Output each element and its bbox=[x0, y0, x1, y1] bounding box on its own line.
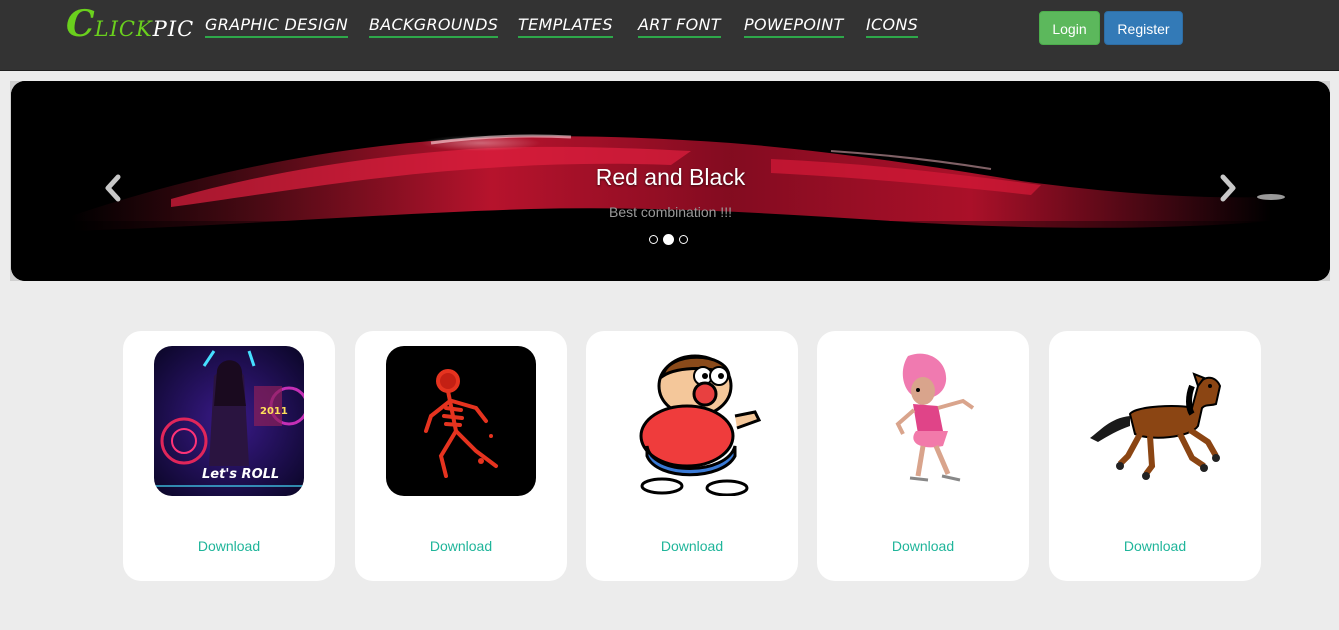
image-card: Download bbox=[355, 331, 567, 581]
nav-item-powepoint[interactable]: POWEPOINT bbox=[744, 14, 844, 38]
brand-logo-pic: PIC bbox=[152, 17, 195, 41]
chevron-right-icon[interactable] bbox=[1218, 173, 1238, 203]
brand-logo-lick: LICK bbox=[94, 17, 153, 41]
brown-cartoon-horse-image bbox=[1080, 346, 1230, 496]
nav-item-graphic-design[interactable]: GRAPHIC DESIGN bbox=[205, 14, 348, 38]
card-thumbnail-lets-roll[interactable]: 2011 Let's ROLL bbox=[154, 346, 304, 496]
download-link[interactable]: Download bbox=[817, 537, 1029, 555]
lets-roll-poster-image: 2011 Let's ROLL bbox=[154, 346, 304, 496]
red-skeleton-dancer-image bbox=[386, 346, 536, 496]
image-card: Download bbox=[586, 331, 798, 581]
top-navbar: C LICK PIC GRAPHIC DESIGN BACKGROUNDS TE… bbox=[0, 0, 1339, 71]
nav-item-art-font[interactable]: ART FONT bbox=[638, 14, 721, 38]
image-card: Download bbox=[1049, 331, 1261, 581]
nav-item-templates[interactable]: TEMPLATES bbox=[518, 14, 613, 38]
brand-logo-c: C bbox=[66, 3, 95, 45]
download-link[interactable]: Download bbox=[1049, 537, 1261, 555]
carousel-indicators bbox=[649, 234, 688, 245]
cartoon-big-nose-boy-image bbox=[617, 346, 767, 496]
carousel-indicator-1[interactable] bbox=[649, 235, 658, 244]
card-thumbnail-cartoon-boy[interactable] bbox=[617, 346, 767, 496]
image-card: Download bbox=[817, 331, 1029, 581]
download-link[interactable]: Download bbox=[123, 537, 335, 555]
register-button[interactable]: Register bbox=[1104, 11, 1183, 45]
card-thumbnail-horse[interactable] bbox=[1080, 346, 1230, 496]
chevron-left-icon[interactable] bbox=[103, 173, 123, 203]
poster-title-text: Let's ROLL bbox=[202, 467, 279, 482]
poster-year-text: 2011 bbox=[260, 406, 288, 417]
carousel-caption-title: Red and Black bbox=[595, 164, 746, 190]
carousel-indicator-3[interactable] bbox=[679, 235, 688, 244]
download-link[interactable]: Download bbox=[586, 537, 798, 555]
login-button[interactable]: Login bbox=[1039, 11, 1100, 45]
download-link[interactable]: Download bbox=[355, 537, 567, 555]
hero-carousel: Red and Black Best combination !!! bbox=[11, 81, 1330, 281]
carousel-caption-subtitle: Best combination !!! bbox=[609, 204, 732, 220]
nav-item-backgrounds[interactable]: BACKGROUNDS bbox=[369, 14, 499, 38]
image-card: 2011 Let's ROLL Download bbox=[123, 331, 335, 581]
card-thumbnail-red-skeleton[interactable] bbox=[386, 346, 536, 496]
pink-hair-girl-skater-image bbox=[848, 346, 998, 496]
nav-item-icons[interactable]: ICONS bbox=[866, 14, 919, 38]
card-thumbnail-pink-girl[interactable] bbox=[848, 346, 998, 496]
brand-logo[interactable]: C LICK PIC bbox=[66, 2, 194, 42]
carousel-indicator-2[interactable] bbox=[663, 234, 674, 245]
